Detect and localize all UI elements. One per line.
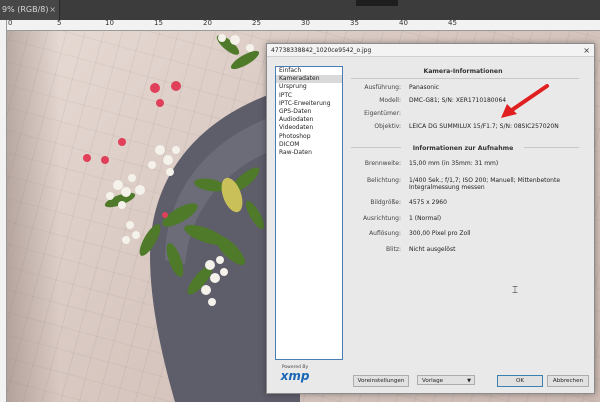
ruler-number: 40 [399,19,408,27]
section-divider [351,78,579,79]
category-item[interactable]: Einfach [276,67,342,75]
dialog-title-bar[interactable]: 47738338842_1020ce9542_o.jpg × [267,44,594,57]
category-item[interactable]: IPTC [276,92,342,100]
ruler-number: 30 [301,19,310,27]
horizontal-ruler[interactable]: 0 5 10 15 20 25 30 35 40 45 [6,19,600,31]
category-item[interactable]: Kameradaten [276,75,342,84]
close-icon[interactable]: × [583,44,590,57]
ruler-number: 10 [105,19,114,27]
document-tab-label: 9% (RGB/8) [2,5,49,14]
focal-length-label: Brennweite: [364,160,401,167]
category-item[interactable]: Audiodaten [276,116,342,124]
exposure-value-line2: Integralmessung messen [409,184,485,191]
category-item[interactable]: IPTC-Erweiterung [276,100,342,108]
make-value: Panasonic [409,84,440,91]
ruler-number: 5 [57,19,62,27]
image-size-label: Bildgröße: [370,199,401,206]
file-info-dialog: 47738338842_1020ce9542_o.jpg × Einfach Ka… [266,43,595,394]
category-item[interactable]: Videodaten [276,124,342,132]
exposure-label: Belichtung: [366,177,401,184]
camera-section-title: Kamera-Informationen [423,68,503,75]
resolution-label: Auflösung: [369,230,401,237]
ruler-number: 15 [154,19,163,27]
lens-value: LEICA DG SUMMILUX 15/F1.7; S/N: 08SIC257… [409,123,559,130]
category-item[interactable]: GPS-Daten [276,108,342,116]
chevron-down-icon: ▼ [467,378,471,384]
image-size-value: 4575 x 2960 [409,199,447,206]
toolbar-fragment [356,0,398,6]
ruler-number: 35 [350,19,359,27]
category-list: Einfach Kameradaten Ursprung IPTC IPTC-Erwei… [275,66,343,360]
section-divider [524,147,579,148]
dialog-title: 47738338842_1020ce9542_o.jpg [271,47,372,54]
category-item[interactable]: Ursprung [276,83,342,91]
document-tab[interactable]: 9% (RGB/8) × [0,0,60,20]
template-select[interactable]: Vorlage ▼ [417,375,475,385]
ruler-number: 25 [252,19,261,27]
model-label: Modell: [379,97,401,104]
annotation-arrow-icon [501,84,549,118]
close-tab-icon[interactable]: × [49,0,56,20]
template-select-value: Vorlage [422,378,444,384]
resolution-value: 300,00 Pixel pro Zoll [409,230,471,237]
orientation-value: 1 (Normal) [409,215,442,222]
category-item[interactable]: Raw-Daten [276,149,342,157]
model-value: DMC-G81; S/N: XER1710180064 [409,97,507,104]
ok-button[interactable]: OK [497,375,543,387]
owner-label: Eigentümer: [364,110,401,117]
cancel-button[interactable]: Abbrechen [547,375,589,387]
make-label: Ausführung: [364,84,401,91]
ruler-number: 0 [8,19,13,27]
lens-label: Objektiv: [374,123,401,130]
vertical-ruler[interactable] [0,20,7,402]
category-item[interactable]: DICOM [276,141,342,149]
flash-value: Nicht ausgelöst [409,246,456,253]
mouse-cursor-icon: ⌶ [512,285,518,296]
xmp-branding: Powered By xmp [277,365,313,382]
ruler-number: 45 [448,19,457,27]
exposure-value: 1/400 Sek.; f/1,7; ISO 200; Manuell; Mit… [409,177,561,184]
flash-label: Blitz: [386,246,401,253]
focal-length-value: 15,00 mm (in 35mm: 31 mm) [409,160,499,167]
document-tab-bar: 9% (RGB/8) × [0,0,600,21]
ruler-number: 20 [203,19,212,27]
presets-button[interactable]: Voreinstellungen [353,375,409,387]
category-item[interactable]: Photoshop [276,133,342,141]
orientation-label: Ausrichtung: [362,215,401,222]
xmp-logo: xmp [280,369,310,383]
